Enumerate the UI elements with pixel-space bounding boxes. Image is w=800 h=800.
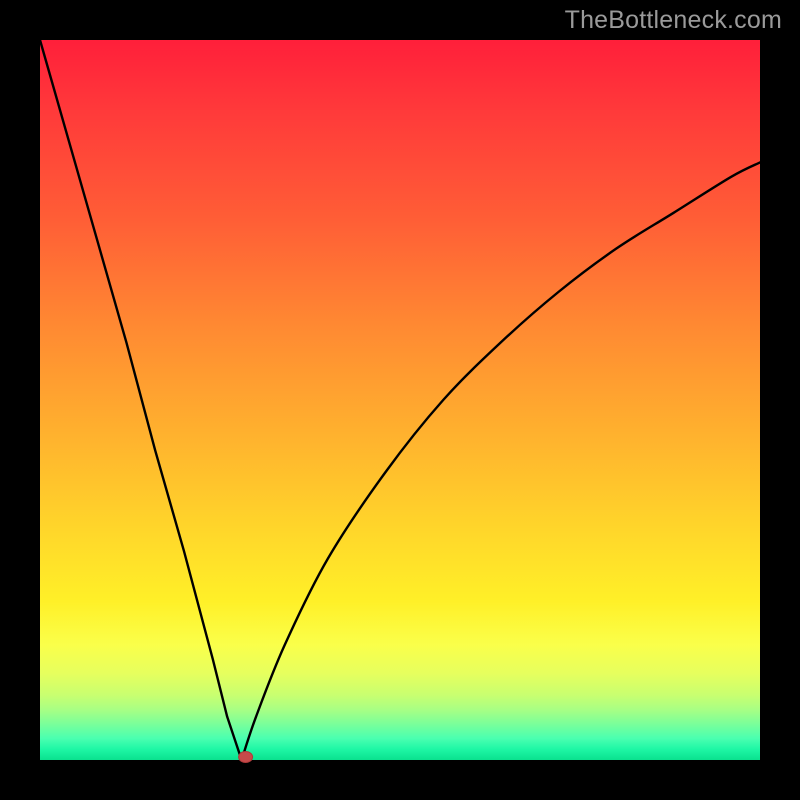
curve-svg [40,40,760,760]
chart-frame: TheBottleneck.com [0,0,800,800]
bottleneck-curve-path [40,40,760,760]
plot-area [40,40,760,760]
min-marker [239,752,253,763]
watermark-text: TheBottleneck.com [565,6,782,35]
